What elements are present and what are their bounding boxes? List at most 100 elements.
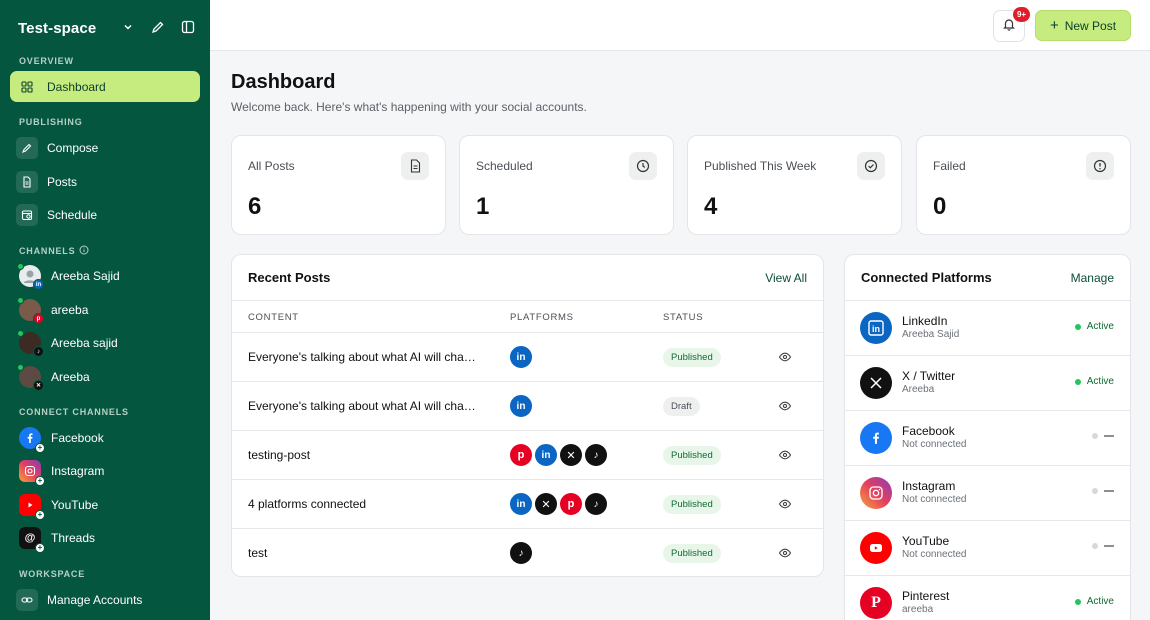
connect-facebook-label: Facebook [51, 431, 104, 445]
nav-manage-accounts[interactable]: Manage Accounts [10, 584, 200, 615]
pinterest-icon: p [33, 313, 44, 324]
top-bar: 9+ + New Post [210, 0, 1150, 51]
manage-link[interactable]: Manage [1071, 271, 1114, 285]
workspace-name[interactable]: Test-space [18, 20, 96, 37]
section-label-workspace: WORKSPACE [19, 569, 86, 579]
chevron-down-icon[interactable] [120, 19, 136, 35]
stat-card-published-week[interactable]: Published This Week 4 [687, 135, 902, 235]
table-row[interactable]: 4 platforms connected in ✕ p ♪ Published [232, 480, 823, 529]
status-badge: Active [1074, 376, 1114, 387]
connect-youtube[interactable]: + YouTube [19, 491, 99, 520]
status-badge: Published [663, 495, 721, 514]
status-badge: Published [663, 348, 721, 367]
connect-facebook[interactable]: + Facebook [19, 424, 104, 453]
nav-schedule-label: Schedule [47, 207, 98, 222]
nav-posts-label: Posts [47, 174, 78, 189]
section-label-channels: CHANNELS [19, 245, 89, 257]
platform-row-youtube[interactable]: YouTube Not connected [845, 520, 1130, 575]
platform-row-facebook[interactable]: Facebook Not connected [845, 410, 1130, 465]
x-icon [860, 367, 892, 399]
recent-posts-title: Recent Posts [248, 270, 331, 285]
stat-card-all-posts[interactable]: All Posts 6 [231, 135, 446, 235]
table-header: CONTENT PLATFORMS STATUS [232, 300, 823, 333]
linkedin-icon: in [860, 312, 892, 344]
threads-icon: @ + [19, 527, 45, 553]
eye-icon[interactable] [778, 546, 792, 565]
platform-account: Areeba [902, 384, 935, 395]
column-header-platforms[interactable]: PLATFORMS [510, 312, 574, 323]
connect-youtube-label: YouTube [51, 498, 99, 512]
platform-name: X / Twitter [902, 369, 956, 383]
platform-row-instagram[interactable]: Instagram Not connected [845, 465, 1130, 520]
clock-icon [629, 152, 657, 180]
status-badge: Active [1074, 321, 1114, 332]
nav-dashboard[interactable]: Dashboard [10, 71, 200, 102]
section-label-publishing: PUBLISHING [19, 117, 83, 127]
status-text: Active [1086, 596, 1114, 607]
grid-icon [16, 76, 38, 98]
channel-item[interactable]: in Areeba Sajid [17, 262, 120, 290]
nav-schedule[interactable]: Schedule [10, 199, 200, 230]
status-badge: Published [663, 544, 721, 563]
edit-icon[interactable] [150, 19, 166, 35]
platform-row-x[interactable]: X / Twitter Areeba Active [845, 355, 1130, 410]
platform-row-pinterest[interactable]: P Pinterest areeba Active [845, 575, 1130, 620]
column-header-status[interactable]: STATUS [663, 312, 703, 323]
instagram-icon: + [19, 460, 45, 486]
channel-name: areeba [51, 303, 89, 317]
tiktok-icon: ♪ [585, 493, 607, 515]
x-icon: ✕ [560, 444, 582, 466]
channel-item[interactable]: ✕ Areeba [17, 363, 90, 391]
x-icon: ✕ [535, 493, 557, 515]
sidebar-toggle-icon[interactable] [180, 19, 196, 35]
nav-compose[interactable]: Compose [10, 132, 200, 163]
column-header-content[interactable]: CONTENT [248, 312, 299, 323]
table-row[interactable]: testing-post p in ✕ ♪ Published [232, 431, 823, 480]
stat-card-failed[interactable]: Failed 0 [916, 135, 1131, 235]
section-label-overview: OVERVIEW [19, 56, 74, 66]
nav-posts[interactable]: Posts [10, 166, 200, 197]
facebook-icon [860, 422, 892, 454]
platform-name: YouTube [902, 534, 950, 548]
status-text: Active [1086, 376, 1114, 387]
tiktok-icon: ♪ [585, 444, 607, 466]
view-all-link[interactable]: View All [765, 271, 807, 285]
disconnected-indicator [1092, 543, 1114, 549]
eye-icon[interactable] [778, 399, 792, 418]
platform-row-linkedin[interactable]: in LinkedIn Areeba Sajid Active [845, 300, 1130, 355]
pinterest-icon: p [510, 444, 532, 466]
stat-card-scheduled[interactable]: Scheduled 1 [459, 135, 674, 235]
platform-account: areeba [902, 604, 934, 615]
connect-instagram[interactable]: + Instagram [19, 457, 104, 486]
post-content: Everyone's talking about what AI will ch… [248, 350, 480, 364]
connected-platforms-panel: Connected Platforms Manage in LinkedIn A… [844, 254, 1131, 620]
channel-item[interactable]: ♪ Areeba sajid [17, 329, 118, 357]
avatar: ♪ [17, 330, 44, 357]
connect-threads[interactable]: @ + Threads [19, 524, 95, 553]
platform-name: Pinterest [902, 589, 950, 603]
eye-icon[interactable] [778, 350, 792, 369]
alert-circle-icon [1086, 152, 1114, 180]
table-row[interactable]: Everyone's talking about what AI will ch… [232, 382, 823, 431]
stat-value: 1 [476, 193, 490, 220]
status-badge: Active [1074, 596, 1114, 607]
info-icon[interactable] [79, 245, 89, 257]
document-icon [16, 170, 38, 193]
notifications-button[interactable]: 9+ [993, 7, 1030, 42]
channel-item[interactable]: p areeba [17, 296, 89, 324]
x-icon: ✕ [33, 380, 44, 391]
workspace-header: Test-space [18, 18, 196, 38]
pinterest-icon: p [560, 493, 582, 515]
new-post-button[interactable]: + New Post [1035, 10, 1131, 41]
connected-platforms-title: Connected Platforms [861, 270, 992, 285]
eye-icon[interactable] [778, 448, 792, 467]
nav-compose-label: Compose [47, 140, 99, 155]
table-row[interactable]: test ♪ Published [232, 529, 823, 576]
post-content: test [248, 546, 268, 560]
channel-name: Areeba Sajid [51, 269, 120, 283]
avatar: p [17, 297, 44, 324]
table-row[interactable]: Everyone's talking about what AI will ch… [232, 333, 823, 382]
platform-name: Instagram [902, 479, 956, 493]
stat-label: All Posts [248, 159, 295, 173]
eye-icon[interactable] [778, 497, 792, 516]
